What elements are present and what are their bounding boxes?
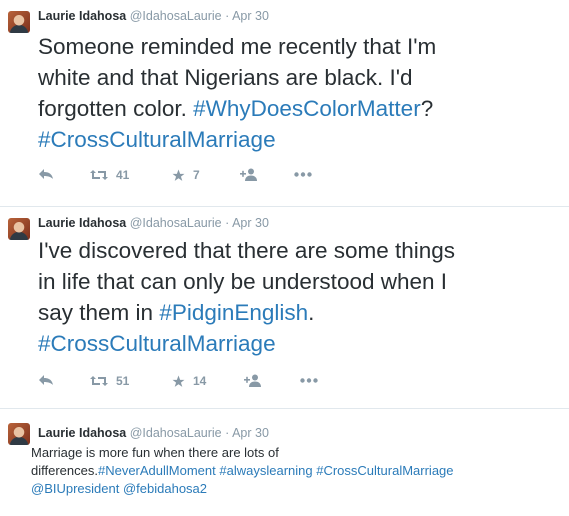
more-icon: [300, 378, 318, 383]
hashtag-link[interactable]: #alwayslearning: [219, 463, 312, 478]
retweet-count: 51: [116, 374, 130, 388]
avatar[interactable]: [8, 423, 30, 445]
text-line: forgotten color. #WhyDoesColorMatter?: [38, 96, 434, 121]
separator: ·: [225, 216, 230, 230]
more-button[interactable]: [294, 172, 312, 177]
tweet-1[interactable]: Laurie Idahosa @IdahosaLaurie · Apr 30 S…: [0, 0, 569, 207]
text-line: #CrossCulturalMarriage: [38, 124, 563, 155]
tweet-2[interactable]: Laurie Idahosa @IdahosaLaurie · Apr 30 I…: [0, 207, 569, 409]
author-handle[interactable]: @IdahosaLaurie: [130, 426, 222, 440]
mention-link[interactable]: @BIUpresident: [31, 481, 119, 496]
author-name[interactable]: Laurie Idahosa: [38, 9, 126, 23]
tweet-header: Laurie Idahosa @IdahosaLaurie · Apr 30: [38, 216, 269, 230]
reply-button[interactable]: [38, 168, 54, 180]
reply-button[interactable]: [38, 374, 54, 386]
hashtag-link[interactable]: #CrossCulturalMarriage: [316, 463, 453, 478]
text-line: say them in #PidginEnglish.: [38, 300, 315, 325]
retweet-count: 41: [116, 168, 130, 182]
avatar[interactable]: [8, 11, 30, 33]
tweet-text: I've discovered that there are some thin…: [38, 235, 563, 359]
reply-icon: [39, 375, 53, 385]
more-icon: [294, 172, 312, 177]
retweet-button[interactable]: 41: [90, 168, 129, 182]
text-line: Marriage is more fun when there are lots…: [31, 445, 279, 460]
avatar[interactable]: [8, 218, 30, 240]
tweet-date[interactable]: Apr 30: [232, 216, 269, 230]
follow-icon: [240, 168, 257, 181]
follow-button[interactable]: [240, 168, 258, 181]
text-line: #CrossCulturalMarriage: [38, 328, 563, 359]
hashtag-link[interactable]: #WhyDoesColorMatter: [193, 96, 421, 121]
text-line: Someone reminded me recently that I'm: [38, 34, 437, 59]
tweet-header: Laurie Idahosa @IdahosaLaurie · Apr 30: [38, 426, 269, 440]
tweet-date[interactable]: Apr 30: [232, 426, 269, 440]
retweet-icon: [90, 170, 108, 180]
text-line: white and that Nigerians are black. I'd: [38, 65, 413, 90]
follow-button[interactable]: [244, 374, 262, 387]
tweet-3[interactable]: Laurie Idahosa @IdahosaLaurie · Apr 30 M…: [0, 409, 569, 516]
text-line: I've discovered that there are some thin…: [38, 238, 456, 263]
text-line: in life that can only be understood when…: [38, 269, 448, 294]
retweet-icon: [90, 376, 108, 386]
separator: ·: [225, 426, 230, 440]
tweet-text: Marriage is more fun when there are lots…: [31, 444, 563, 498]
separator: ·: [225, 9, 230, 23]
tweet-text: Someone reminded me recently that I'm wh…: [38, 31, 563, 155]
author-handle[interactable]: @IdahosaLaurie: [130, 9, 222, 23]
favorite-button[interactable]: 14: [172, 374, 206, 388]
hashtag-link[interactable]: #PidginEnglish: [159, 300, 308, 325]
text-line: differences.#NeverAdullMoment #alwayslea…: [31, 463, 454, 478]
reply-icon: [39, 169, 53, 179]
author-handle[interactable]: @IdahosaLaurie: [130, 216, 222, 230]
hashtag-link[interactable]: #NeverAdullMoment: [98, 463, 216, 478]
favorite-icon: [172, 169, 185, 181]
favorite-count: 7: [193, 168, 200, 182]
author-name[interactable]: Laurie Idahosa: [38, 216, 126, 230]
favorite-button[interactable]: 7: [172, 168, 200, 182]
tweet-date[interactable]: Apr 30: [232, 9, 269, 23]
favorite-icon: [172, 375, 185, 387]
author-name[interactable]: Laurie Idahosa: [38, 426, 126, 440]
follow-icon: [244, 374, 261, 387]
hashtag-link[interactable]: #CrossCulturalMarriage: [38, 127, 276, 152]
favorite-count: 14: [193, 374, 207, 388]
more-button[interactable]: [300, 378, 318, 383]
mention-link[interactable]: @febidahosa2: [123, 481, 207, 496]
retweet-button[interactable]: 51: [90, 374, 129, 388]
text-line: @BIUpresident @febidahosa2: [31, 480, 563, 498]
hashtag-link[interactable]: #CrossCulturalMarriage: [38, 331, 276, 356]
tweet-header: Laurie Idahosa @IdahosaLaurie · Apr 30: [38, 9, 269, 23]
